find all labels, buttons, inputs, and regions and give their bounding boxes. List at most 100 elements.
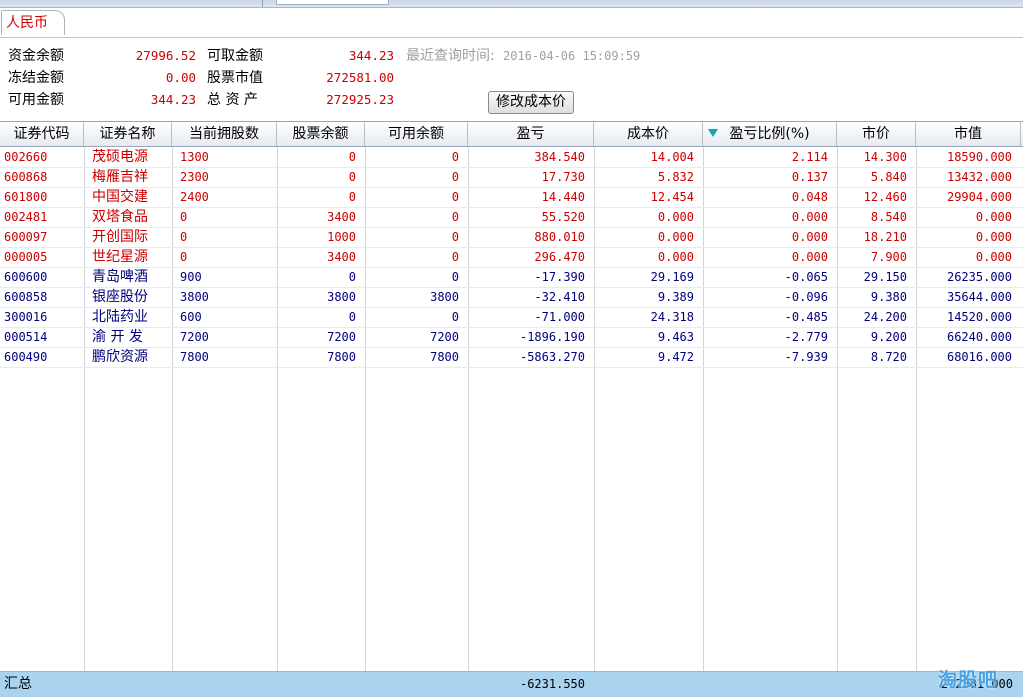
table-row[interactable]: 300016 北陆药业 600 0 0 -71.000 24.318 -0.485 24.200… [0,308,1023,328]
cell-available-balance: 0 [451,190,459,204]
cell-shares-held: 0 [180,250,188,264]
cell-stock-balance: 0 [348,310,356,324]
cell-security-code: 601800 [4,190,48,204]
modify-cost-price-button[interactable]: 修改成本价 [488,91,574,114]
column-header-available-balance[interactable]: 可用余额 [365,122,468,146]
cell-market-price: 24.200 [863,310,907,324]
stock-market-value-value: 272581.00 [326,70,394,85]
cell-security-name: 北陆药业 [92,309,148,325]
column-header-stock-balance[interactable]: 股票余额 [277,122,365,146]
cell-available-balance: 3800 [430,290,459,304]
top-strip-separator [262,0,263,7]
table-row[interactable]: 600097 开创国际 0 1000 0 880.010 0.000 0.000 18.210 0… [0,228,1023,248]
cell-profit-loss: -32.410 [534,290,585,304]
table-row[interactable]: 600600 青岛啤酒 900 0 0 -17.390 29.169 -0.065 29.150… [0,268,1023,288]
cell-shares-held: 2400 [180,190,209,204]
column-header-market-price[interactable]: 市价 [837,122,916,146]
column-header-cost-price[interactable]: 成本价 [594,122,703,146]
table-row[interactable]: 600868 梅雁吉祥 2300 0 0 17.730 5.832 0.137 5.840 134… [0,168,1023,188]
cell-shares-held: 7800 [180,350,209,364]
column-header-shares-held[interactable]: 当前拥股数 [172,122,277,146]
cell-cost-price: 0.000 [657,210,694,224]
positions-grid: 证券代码 证券名称 当前拥股数 股票余额 可用余额 盈亏 成本价 盈亏比例(%) 市价 市值 00… [0,121,1023,697]
currency-tab-rmb[interactable]: 人民币 [1,10,65,35]
cell-profit-loss: -5863.270 [519,350,585,364]
cell-market-value: 68016.000 [946,350,1012,364]
table-row[interactable]: 002660 茂硕电源 1300 0 0 384.540 14.004 2.114 14.300… [0,148,1023,168]
cell-market-price: 9.380 [870,290,907,304]
cell-shares-held: 1300 [180,150,209,164]
cell-market-value: 26235.000 [946,270,1012,284]
cell-market-price: 7.900 [870,250,907,264]
column-header-security-name[interactable]: 证券名称 [84,122,172,146]
table-row[interactable]: 002481 双塔食品 0 3400 0 55.520 0.000 0.000 8.540 0.0… [0,208,1023,228]
top-tab-stub[interactable] [276,0,389,5]
cell-stock-balance: 3800 [327,290,356,304]
table-row[interactable]: 600858 银座股份 3800 3800 3800 -32.410 9.389 -0.096… [0,288,1023,308]
cell-stock-balance: 7800 [327,350,356,364]
cell-shares-held: 600 [180,310,202,324]
column-header-label: 盈亏 [516,126,545,142]
cell-security-code: 600600 [4,270,48,284]
cell-market-price: 5.840 [870,170,907,184]
column-header-label: 可用余额 [388,126,444,142]
available-amount-label: 可用金额 [8,92,64,108]
total-assets-label: 总 资 产 [207,92,258,108]
cell-stock-balance: 0 [348,270,356,284]
cell-cost-price: 9.463 [657,330,694,344]
cell-stock-balance: 1000 [327,230,356,244]
cell-available-balance: 0 [451,210,459,224]
table-row[interactable]: 600490 鹏欣资源 7800 7800 7800 -5863.270 9.472 -7.9… [0,348,1023,368]
cell-security-name: 鹏欣资源 [92,349,148,365]
cell-stock-balance: 3400 [327,250,356,264]
cell-market-price: 18.210 [863,230,907,244]
cell-profit-loss: -71.000 [534,310,585,324]
last-query-label: 最近查询时间: [406,48,495,64]
cell-market-price: 29.150 [863,270,907,284]
cell-cost-price: 0.000 [657,250,694,264]
totals-profit-loss: -6231.550 [519,677,585,691]
cell-profit-loss: 880.010 [534,230,585,244]
cell-security-name: 渝 开 发 [92,329,143,345]
cell-available-balance: 0 [451,310,459,324]
cell-market-price: 12.460 [863,190,907,204]
cell-market-value: 0.000 [975,210,1012,224]
column-header-profit-loss[interactable]: 盈亏 [468,122,594,146]
column-header-profit-loss-ratio[interactable]: 盈亏比例(%) [703,122,837,146]
cell-profit-loss-ratio: -0.485 [784,310,828,324]
table-row[interactable]: 601800 中国交建 2400 0 0 14.440 12.454 0.048 12.460 2… [0,188,1023,208]
cell-profit-loss-ratio: 0.000 [791,210,828,224]
cell-security-name: 茂硕电源 [92,149,148,165]
cell-shares-held: 2300 [180,170,209,184]
cell-profit-loss-ratio: -2.779 [784,330,828,344]
withdrawable-label: 可取金额 [207,48,263,64]
table-row[interactable]: 000005 世纪星源 0 3400 0 296.470 0.000 0.000 7.900 0.… [0,248,1023,268]
cell-market-value: 66240.000 [946,330,1012,344]
column-header-label: 证券代码 [13,126,70,142]
cell-stock-balance: 0 [348,190,356,204]
account-summary: 资金余额 27996.52 冻结金额 0.00 可用金额 344.23 可取金额… [0,39,1023,121]
cell-profit-loss: -17.390 [534,270,585,284]
cell-profit-loss-ratio: 0.000 [791,250,828,264]
column-header-security-code[interactable]: 证券代码 [0,122,84,146]
column-header-label: 成本价 [627,126,669,142]
cell-profit-loss-ratio: -0.065 [784,270,828,284]
cell-shares-held: 7200 [180,330,209,344]
cell-market-price: 8.540 [870,210,907,224]
table-header-row: 证券代码 证券名称 当前拥股数 股票余额 可用余额 盈亏 成本价 盈亏比例(%) 市价 市值 [0,121,1023,147]
totals-label: 汇总 [4,676,32,692]
cell-cost-price: 29.169 [650,270,694,284]
cell-available-balance: 7800 [430,350,459,364]
cell-profit-loss-ratio: 0.048 [791,190,828,204]
table-row[interactable]: 000514 渝 开 发 7200 7200 7200 -1896.190 9.463 -2.… [0,328,1023,348]
cell-security-name: 世纪星源 [92,249,148,265]
cell-profit-loss-ratio: -7.939 [784,350,828,364]
column-header-label: 盈亏比例(%) [729,126,810,142]
cell-market-price: 9.200 [870,330,907,344]
column-header-market-value[interactable]: 市值 [916,122,1021,146]
cell-security-code: 600490 [4,350,48,364]
cell-available-balance: 0 [451,270,459,284]
cell-security-code: 000005 [4,250,48,264]
cell-security-name: 青岛啤酒 [92,269,148,285]
cell-cost-price: 24.318 [650,310,694,324]
